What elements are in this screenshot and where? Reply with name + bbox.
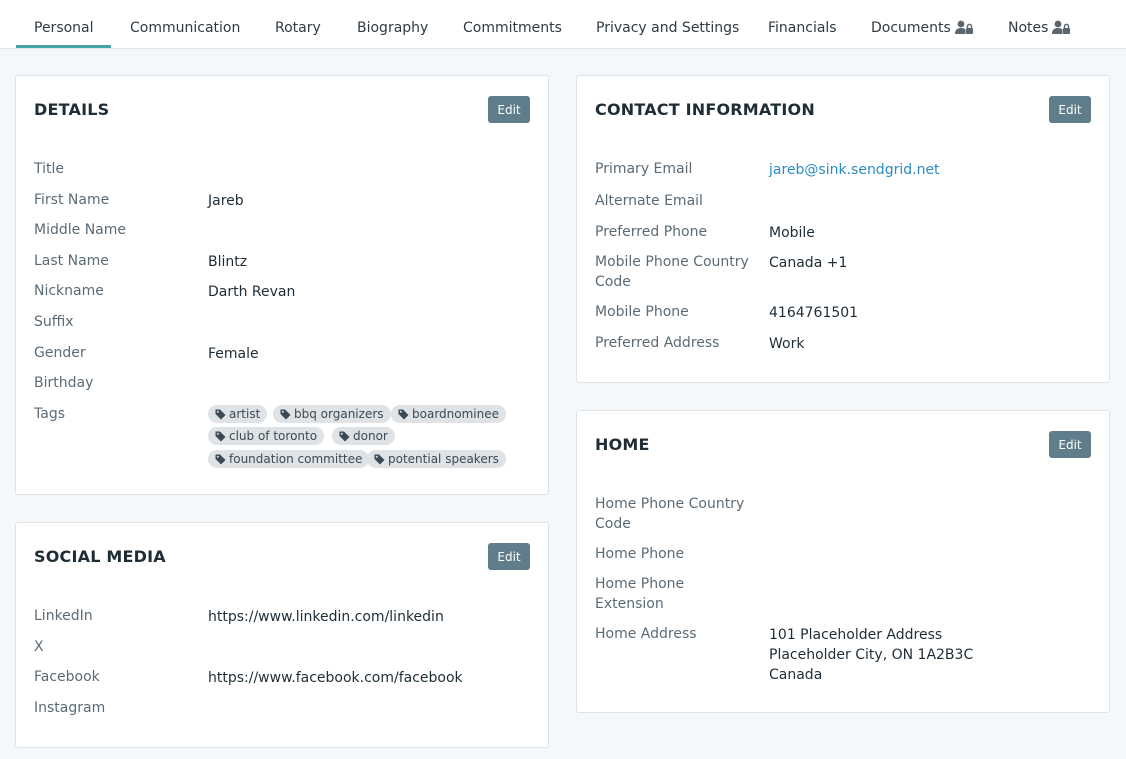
alternate-email-label: Alternate Email — [595, 193, 703, 209]
user-lock-icon — [1052, 2, 1071, 58]
tag-icon — [215, 454, 226, 465]
linkedin-label: LinkedIn — [34, 608, 93, 624]
preferred-phone-label: Preferred Phone — [595, 224, 708, 240]
instagram-label: Instagram — [34, 700, 106, 716]
tag-chip: boardnominee — [391, 405, 506, 423]
first-name-label: First Name — [34, 192, 110, 208]
tab-label: Communication — [130, 20, 241, 36]
address-line: Placeholder City, ON 1A2B3C — [769, 647, 974, 663]
label-line: Mobile Phone Country — [595, 254, 749, 270]
tag-label: potential speakers — [388, 452, 499, 466]
tab-label: Financials — [768, 20, 837, 36]
last-name-label: Last Name — [34, 253, 109, 269]
x-label: X — [34, 639, 44, 655]
tag-label: boardnominee — [412, 407, 499, 421]
mobile-phone-value: 4164761501 — [769, 305, 859, 321]
tab-rotary[interactable]: Rotary — [275, 0, 321, 48]
tag-chip: foundation committee — [208, 450, 370, 468]
user-lock-icon — [954, 2, 974, 58]
facebook-value: https://www.facebook.com/facebook — [208, 670, 463, 686]
tab-personal[interactable]: Personal — [16, 0, 111, 48]
tab-financials[interactable]: Financials — [768, 0, 837, 48]
home-edit-button[interactable]: Edit — [1049, 431, 1091, 458]
address-line: Canada — [769, 667, 823, 683]
facebook-label: Facebook — [34, 669, 100, 685]
mobile-phone-label: Mobile Phone — [595, 304, 689, 320]
tag-label: donor — [353, 429, 388, 443]
home-country-code-label: Home Phone Country Code — [595, 494, 744, 534]
tag-chip: bbq organizers — [273, 405, 391, 423]
home-address-label: Home Address — [595, 626, 697, 642]
tag-label: artist — [229, 407, 261, 421]
birthday-label: Birthday — [34, 375, 94, 391]
social-media-edit-button[interactable]: Edit — [488, 543, 530, 570]
title-label: Title — [34, 161, 65, 177]
social-media-card: SOCIAL MEDIA Edit LinkedIn https://www.l… — [15, 522, 549, 748]
first-name-value: Jareb — [208, 193, 244, 209]
home-phone-label: Home Phone — [595, 546, 685, 562]
details-card: DETAILS Edit Title First Name Jareb Midd… — [15, 75, 549, 495]
tab-documents[interactable]: Documents — [871, 0, 974, 48]
home-address-value: 101 Placeholder Address Placeholder City… — [769, 625, 973, 685]
tag-icon — [280, 409, 291, 420]
tab-bar: Personal Communication Rotary Biography … — [0, 0, 1126, 49]
tag-chip: artist — [208, 405, 268, 423]
home-extension-label: Home Phone Extension — [595, 574, 684, 614]
tag-chip: potential speakers — [367, 450, 506, 468]
nickname-label: Nickname — [34, 283, 104, 299]
tab-label: Rotary — [275, 20, 321, 36]
tag-icon — [215, 409, 226, 420]
tag-label: bbq organizers — [294, 407, 384, 421]
tab-biography[interactable]: Biography — [357, 0, 428, 48]
linkedin-value: https://www.linkedin.com/linkedin — [208, 609, 444, 625]
label-line: Code — [595, 274, 631, 290]
tab-label: Biography — [357, 20, 429, 36]
details-edit-button[interactable]: Edit — [488, 96, 530, 123]
label-line: Extension — [595, 596, 664, 612]
tab-communication[interactable]: Communication — [130, 0, 240, 48]
label-line: Home Phone Country — [595, 496, 745, 512]
home-card: HOME Edit Home Phone Country Code Home P… — [576, 410, 1110, 713]
tab-label: Commitments — [463, 20, 562, 36]
mobile-country-code-value: Canada +1 — [769, 255, 848, 271]
tag-icon — [374, 454, 385, 465]
tag-label: foundation committee — [229, 452, 363, 466]
tag-chip: donor — [332, 427, 395, 445]
preferred-address-value: Work — [769, 336, 805, 352]
label-line: Code — [595, 516, 631, 532]
tag-label: club of toronto — [229, 429, 318, 443]
contact-information-title: CONTACT INFORMATION — [595, 100, 815, 119]
contact-information-card: CONTACT INFORMATION Edit Primary Email j… — [576, 75, 1110, 383]
label-line: Home Phone — [595, 576, 685, 592]
tag-icon — [398, 409, 409, 420]
details-title: DETAILS — [34, 100, 110, 119]
home-title: HOME — [595, 435, 650, 454]
tags-label: Tags — [34, 406, 65, 422]
middle-name-label: Middle Name — [34, 222, 126, 238]
tab-label: Personal — [34, 20, 94, 36]
last-name-value: Blintz — [208, 254, 248, 270]
tab-notes[interactable]: Notes — [1008, 0, 1071, 48]
tag-chip: club of toronto — [208, 427, 325, 445]
contact-information-edit-button[interactable]: Edit — [1049, 96, 1091, 123]
primary-email-link[interactable]: jareb@sink.sendgrid.net — [769, 160, 940, 180]
primary-email-label: Primary Email — [595, 161, 693, 177]
social-media-title: SOCIAL MEDIA — [34, 547, 166, 566]
tab-label: Documents — [871, 20, 951, 36]
tag-icon — [215, 431, 226, 442]
preferred-address-label: Preferred Address — [595, 335, 720, 351]
mobile-country-code-label: Mobile Phone Country Code — [595, 252, 749, 292]
gender-value: Female — [208, 346, 259, 362]
tab-label: Notes — [1008, 20, 1049, 36]
gender-label: Gender — [34, 345, 86, 361]
tab-privacy-and-settings[interactable]: Privacy and Settings — [596, 0, 739, 48]
suffix-label: Suffix — [34, 314, 74, 330]
tab-commitments[interactable]: Commitments — [463, 0, 562, 48]
preferred-phone-value: Mobile — [769, 225, 815, 241]
nickname-value: Darth Revan — [208, 284, 296, 300]
tab-label: Privacy and Settings — [596, 20, 740, 36]
address-line: 101 Placeholder Address — [769, 627, 943, 643]
tag-icon — [339, 431, 350, 442]
